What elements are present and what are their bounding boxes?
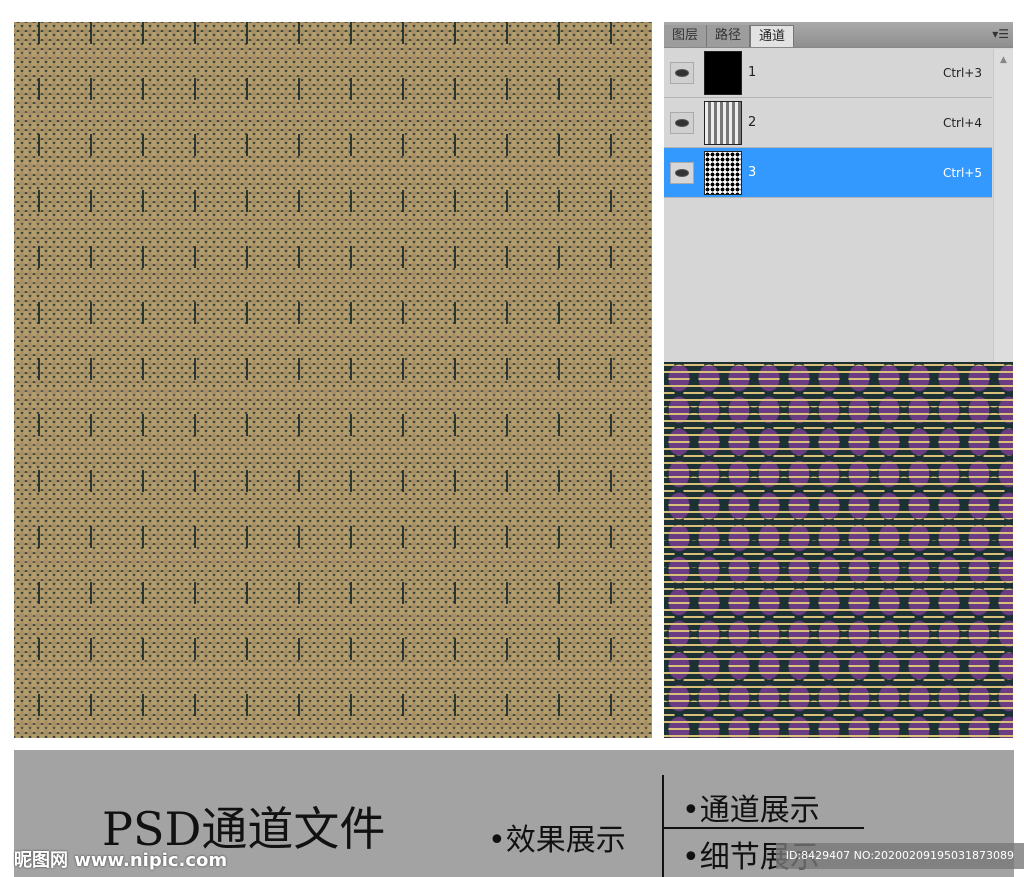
panel-tabbar: 图层 路径 通道 ▾☰: [664, 22, 1013, 48]
watermark-logo: 昵图网 www.nipic.com: [14, 850, 228, 871]
effect-label: •效果展示: [488, 823, 626, 858]
channel-row-3[interactable]: 3 Ctrl+5: [664, 148, 992, 198]
pattern-preview-main: [14, 22, 652, 738]
channel-label: •通道展示: [682, 793, 820, 828]
channel-shortcut: Ctrl+4: [942, 115, 982, 130]
divider-vertical: [662, 775, 664, 877]
eye-icon[interactable]: [670, 111, 694, 134]
channel-thumbnail: [704, 150, 742, 195]
channel-thumbnail: [704, 100, 742, 145]
channel-thumbnail: [704, 50, 742, 95]
panel-menu-icon[interactable]: ▾☰: [992, 27, 1009, 41]
tab-layers[interactable]: 图层: [664, 25, 708, 47]
panel-scrollbar[interactable]: ▲: [993, 49, 1013, 362]
tree-trunks: [14, 22, 652, 738]
tab-channels[interactable]: 通道: [750, 25, 795, 47]
channels-panel: 图层 路径 通道 ▾☰ 1 Ctrl+3 2 Ctrl+4 3 Ctrl+5 ▲: [664, 22, 1013, 362]
channel-row-1[interactable]: 1 Ctrl+3: [664, 48, 992, 98]
channel-name: 1: [748, 65, 757, 80]
tab-paths[interactable]: 路径: [707, 25, 751, 47]
detail-preview: [664, 362, 1013, 738]
detail-pattern: [664, 362, 1013, 738]
channel-shortcut: Ctrl+3: [942, 65, 982, 80]
scroll-up-icon[interactable]: ▲: [994, 55, 1013, 65]
eye-icon[interactable]: [670, 161, 694, 184]
channel-name: 2: [748, 115, 757, 130]
channel-row-2[interactable]: 2 Ctrl+4: [664, 98, 992, 148]
channel-name: 3: [748, 165, 757, 180]
watermark-id: ID:8429407 NO:20200209195031873089: [775, 843, 1024, 869]
channel-shortcut: Ctrl+5: [942, 165, 982, 180]
eye-icon[interactable]: [670, 61, 694, 84]
